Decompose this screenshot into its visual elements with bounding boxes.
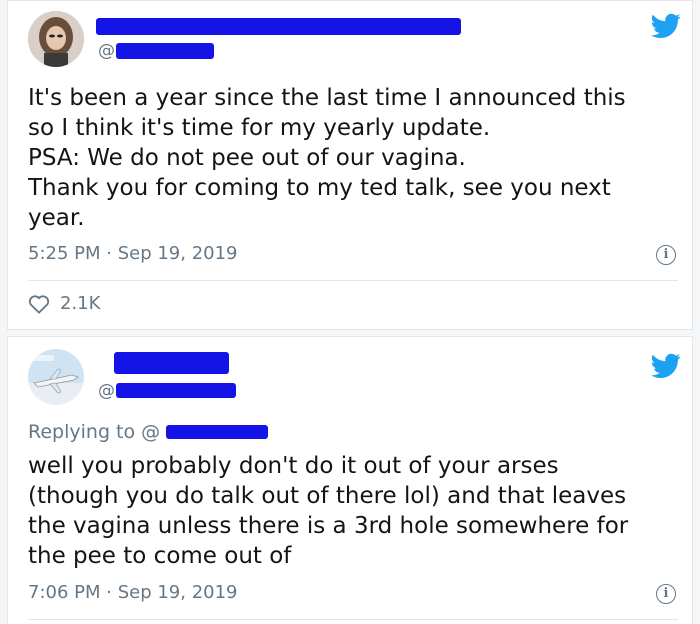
tweet-timestamp[interactable]: 7:06 PM · Sep 19, 2019 bbox=[28, 582, 238, 603]
twitter-bird-icon[interactable] bbox=[651, 13, 681, 39]
avatar[interactable] bbox=[28, 349, 84, 405]
redacted-handle bbox=[116, 383, 236, 398]
redacted-display-name bbox=[114, 352, 229, 374]
redacted-handle bbox=[116, 43, 214, 59]
tweet-text: It's been a year since the last time I a… bbox=[28, 85, 626, 231]
divider bbox=[28, 280, 678, 281]
replying-to[interactable]: Replying to @ bbox=[28, 421, 160, 443]
tweet-timestamp[interactable]: 5:25 PM · Sep 19, 2019 bbox=[28, 243, 238, 264]
heart-icon bbox=[28, 294, 50, 314]
tweet-card: @ It's been a year since the last time I… bbox=[7, 0, 693, 330]
user-handle[interactable]: @ bbox=[98, 41, 115, 61]
tweet-card: @ Replying to @ well you probably don't … bbox=[7, 336, 693, 624]
redacted-reply-handle bbox=[166, 425, 268, 439]
redacted-display-name bbox=[96, 18, 461, 35]
info-icon[interactable]: i bbox=[656, 584, 676, 604]
avatar[interactable] bbox=[28, 11, 84, 67]
twitter-bird-icon[interactable] bbox=[651, 353, 681, 379]
info-icon[interactable]: i bbox=[656, 245, 676, 265]
like-count: 2.1K bbox=[60, 293, 101, 314]
like-button[interactable]: 2.1K bbox=[28, 293, 100, 314]
divider bbox=[28, 619, 678, 620]
user-handle[interactable]: @ bbox=[98, 381, 115, 401]
tweet-text: well you probably don't do it out of you… bbox=[28, 453, 629, 569]
